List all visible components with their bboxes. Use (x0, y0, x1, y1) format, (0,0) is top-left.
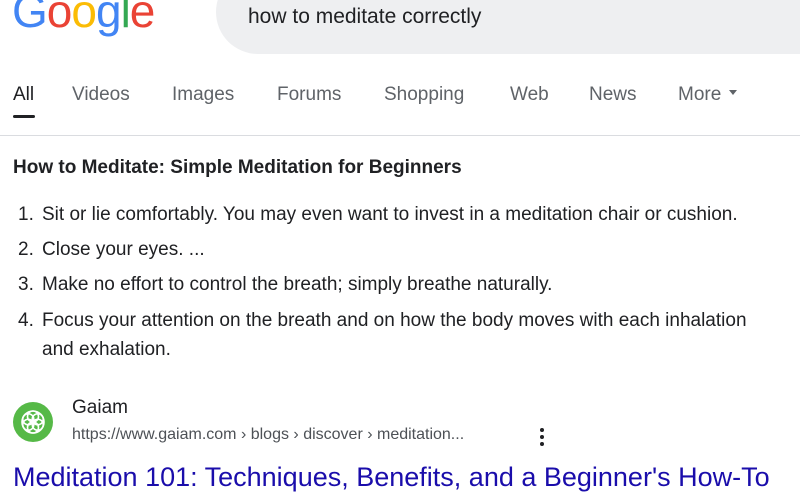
list-item: 1. Sit or lie comfortably. You may even w… (18, 200, 738, 229)
search-input[interactable]: how to meditate correctly (248, 5, 481, 29)
step-text: Make no effort to control the breath; si… (42, 274, 553, 295)
logo-letter: o (46, 0, 73, 37)
active-tab-indicator (13, 115, 35, 118)
step-text-continuation: and exhalation. (42, 339, 171, 360)
kebab-menu-icon[interactable] (534, 426, 550, 448)
step-text: Close your eyes. ... (42, 239, 205, 260)
step-number: 2. (18, 239, 34, 260)
tab-shopping[interactable]: Shopping (384, 84, 464, 106)
logo-letter: e (129, 0, 156, 37)
tab-news[interactable]: News (589, 84, 637, 106)
tab-web[interactable]: Web (510, 84, 549, 106)
step-text: Focus your attention on the breath and o… (42, 310, 747, 331)
result-site-name[interactable]: Gaiam (72, 397, 128, 419)
google-logo[interactable]: Google (12, 0, 156, 38)
logo-letter: l (120, 0, 131, 37)
tab-forums[interactable]: Forums (277, 84, 341, 106)
tab-all[interactable]: All (13, 84, 34, 106)
step-number: 4. (18, 310, 34, 331)
result-url[interactable]: https://www.gaiam.com › blogs › discover… (72, 425, 464, 445)
logo-letter: G (12, 0, 48, 37)
tab-images[interactable]: Images (172, 84, 234, 106)
list-item: 2. Close your eyes. ... (18, 235, 205, 264)
step-number: 3. (18, 274, 34, 295)
tab-more-label: More (678, 84, 722, 105)
search-results-page: Google how to meditate correctly All Vid… (0, 0, 800, 500)
featured-snippet-title: How to Meditate: Simple Meditation for B… (13, 157, 462, 178)
step-text: Sit or lie comfortably. You may even wan… (42, 204, 738, 225)
list-item: 4. Focus your attention on the breath and… (18, 306, 747, 364)
logo-letter: g (95, 0, 122, 37)
result-title-link[interactable]: Meditation 101: Techniques, Benefits, an… (13, 460, 770, 494)
tab-more[interactable]: More (678, 84, 738, 106)
logo-letter: o (71, 0, 97, 37)
caret-down-icon (729, 90, 738, 96)
search-tabs: All Videos Images Forums Shopping Web Ne… (0, 78, 800, 118)
step-number: 1. (18, 204, 34, 225)
header-divider (0, 135, 800, 136)
list-item: 3. Make no effort to control the breath; … (18, 270, 552, 299)
gaiam-logo-icon[interactable] (13, 402, 53, 442)
tab-videos[interactable]: Videos (72, 84, 130, 106)
